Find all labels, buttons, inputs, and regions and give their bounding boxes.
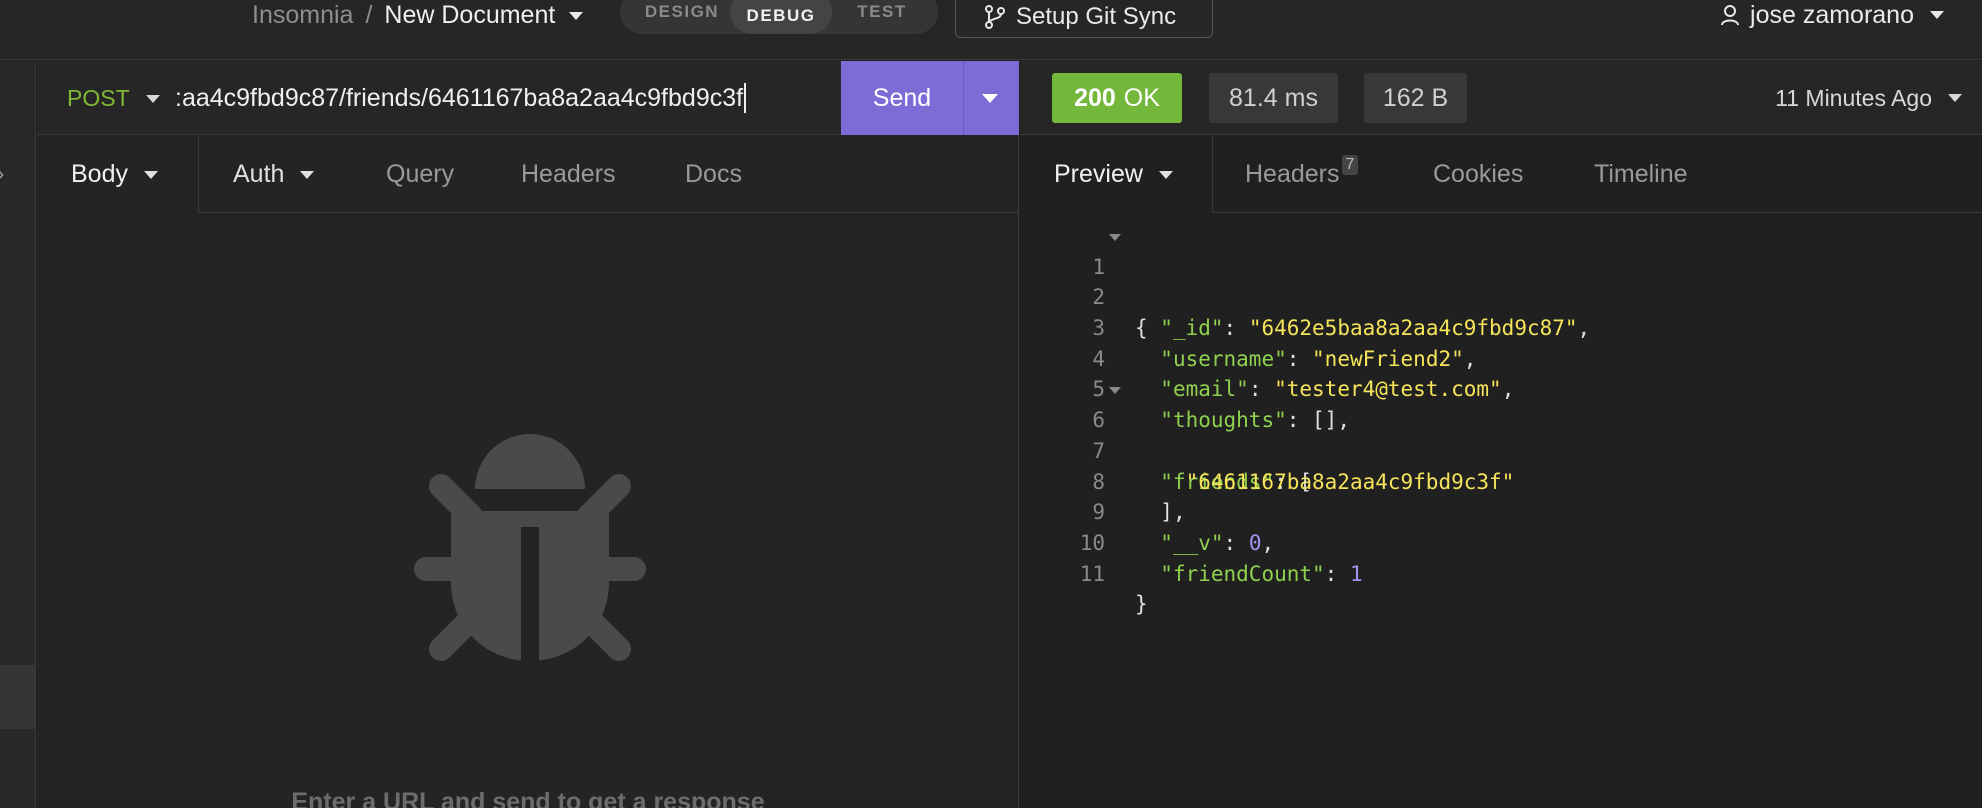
send-options-chevron-icon[interactable]: [982, 93, 998, 103]
code-line: 4 "email": "tester4@test.com",: [1020, 313, 1982, 402]
url-input[interactable]: :aa4c9fbd9c87/friends/6461167ba8a2aa4c9f…: [175, 61, 848, 135]
code-line: 5 "thoughts": [],: [1020, 344, 1982, 432]
response-tabs-divider: [1213, 212, 1982, 213]
response-time-badge: 81.4 ms: [1209, 73, 1338, 123]
text-cursor: [744, 83, 747, 113]
response-tabs: Preview Headers 7 Cookies Timeline: [1020, 136, 1982, 213]
response-pane: 200 OK 81.4 ms 162 B 11 Minutes Ago Prev…: [1020, 61, 1982, 808]
url-text: :aa4c9fbd9c87/friends/6461167ba8a2aa4c9f…: [175, 83, 744, 112]
method-dropdown[interactable]: POST: [67, 61, 160, 135]
code-line: 9 "__v": 0,: [1020, 467, 1982, 555]
json-key: "friendCount": [1160, 561, 1325, 586]
user-icon: [1721, 5, 1740, 26]
document-name[interactable]: New Document: [384, 1, 555, 30]
sidebar-collapsed: ›: [0, 61, 36, 808]
send-button[interactable]: Send: [841, 84, 963, 113]
setup-git-sync-button[interactable]: Setup Git Sync: [955, 0, 1213, 38]
tab-response-headers[interactable]: Headers 7: [1245, 136, 1359, 213]
code-line: 11 }: [1020, 528, 1982, 617]
breadcrumb: Insomnia / New Document: [252, 0, 584, 30]
status-code: 200: [1074, 83, 1116, 112]
breadcrumb-app-link[interactable]: Insomnia: [252, 1, 353, 30]
mode-test-tab[interactable]: TEST: [832, 2, 932, 22]
tab-preview-chevron-icon: [1158, 170, 1173, 179]
mode-switcher: DESIGN DEBUG TEST: [620, 0, 938, 34]
sidebar-selected-item[interactable]: [0, 665, 35, 729]
code-line: 7 "6461167ba8a2aa4c9fbd9c3f": [1020, 405, 1982, 494]
history-chevron-icon: [1948, 94, 1962, 102]
request-pane: POST :aa4c9fbd9c87/friends/6461167ba8a2a…: [37, 61, 1019, 808]
empty-state-message: Enter a URL and send to get a response: [291, 788, 765, 808]
tab-headers[interactable]: Headers: [521, 136, 616, 213]
headers-count-badge: 7: [1341, 154, 1359, 175]
response-history-label: 11 Minutes Ago: [1775, 84, 1932, 111]
fold-chevron-icon[interactable]: [1109, 234, 1121, 241]
json-number: 1: [1349, 561, 1363, 586]
mode-debug-tab[interactable]: DEBUG: [730, 0, 832, 34]
line-number: 11: [1079, 561, 1105, 586]
url-bar: POST :aa4c9fbd9c87/friends/6461167ba8a2a…: [37, 61, 1019, 135]
user-menu[interactable]: jose zamorano: [1720, 0, 1944, 30]
top-bar: Insomnia / New Document DESIGN DEBUG TES…: [0, 0, 1982, 60]
tab-auth[interactable]: Auth: [233, 136, 315, 213]
sidebar-expand-icon[interactable]: ›: [0, 164, 4, 185]
tab-body-chevron-icon: [143, 170, 158, 179]
tab-body[interactable]: Body: [71, 136, 199, 213]
response-json-viewer[interactable]: 1 { 2 "_id": "6462e5baa8a2aa4c9fbd9c87",…: [1020, 221, 1982, 617]
setup-git-sync-label: Setup Git Sync: [1016, 3, 1177, 30]
code-line: 8 ],: [1020, 436, 1982, 525]
request-tabs: Body Auth Query Headers Docs: [37, 136, 1019, 213]
json-brace-close: }: [1135, 592, 1148, 617]
code-line: 2 "_id": "6462e5baa8a2aa4c9fbd9c87",: [1020, 252, 1982, 340]
method-label: POST: [67, 84, 130, 111]
method-chevron-icon: [145, 95, 160, 103]
document-menu-chevron-icon[interactable]: [569, 12, 584, 20]
user-menu-chevron-icon: [1930, 11, 1944, 19]
tab-timeline[interactable]: Timeline: [1594, 136, 1688, 213]
tab-response-headers-label: Headers: [1245, 160, 1340, 188]
response-status-bar: 200 OK 81.4 ms 162 B 11 Minutes Ago: [1020, 61, 1982, 135]
tab-query[interactable]: Query: [386, 136, 454, 213]
status-text: OK: [1123, 83, 1160, 112]
fold-chevron-icon[interactable]: [1109, 387, 1121, 395]
user-name: jose zamorano: [1750, 0, 1914, 29]
response-size-badge: 162 B: [1364, 73, 1467, 123]
code-line: 3 "username": "newFriend2",: [1020, 282, 1982, 371]
response-history-dropdown[interactable]: 11 Minutes Ago: [1775, 61, 1962, 135]
code-line: 10 "friendCount": 1: [1020, 497, 1982, 586]
tab-preview[interactable]: Preview: [1054, 136, 1213, 213]
tab-body-label: Body: [71, 160, 128, 188]
tab-docs[interactable]: Docs: [685, 136, 742, 213]
breadcrumb-separator: /: [365, 0, 373, 29]
status-badge: 200 OK: [1052, 73, 1182, 123]
send-divider: [963, 61, 964, 135]
tab-auth-chevron-icon: [300, 170, 315, 179]
code-line: 1 {: [1020, 221, 1982, 340]
send-button-group: Send: [841, 61, 1019, 135]
tabs-divider: [199, 212, 1019, 213]
code-line: 6 "friends": [: [1020, 374, 1982, 494]
git-branch-icon: [985, 5, 1005, 29]
tab-cookies[interactable]: Cookies: [1433, 136, 1523, 213]
tab-preview-label: Preview: [1054, 160, 1143, 188]
mode-design-tab[interactable]: DESIGN: [620, 2, 730, 22]
bug-icon: [414, 434, 646, 661]
tab-auth-label: Auth: [233, 160, 285, 188]
